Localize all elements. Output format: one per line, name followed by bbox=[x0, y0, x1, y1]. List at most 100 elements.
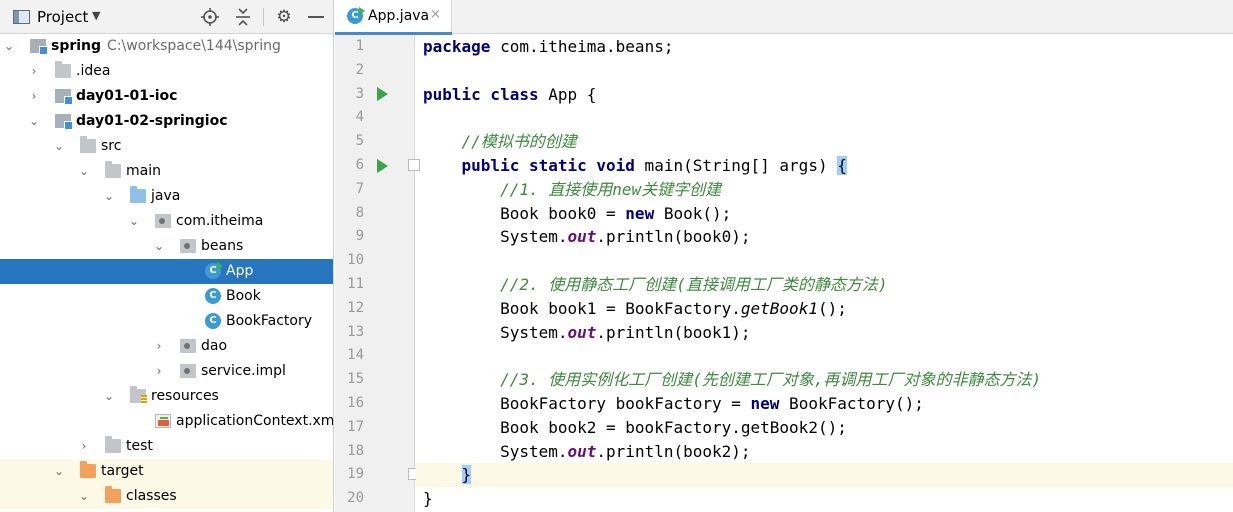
tree-row-resources[interactable]: ⌄ resources bbox=[0, 384, 333, 409]
code-line[interactable]: BookFactory bookFactory = new BookFactor… bbox=[416, 392, 1233, 416]
code-token: main(String[] args) bbox=[634, 156, 838, 175]
chevron-down-icon[interactable]: ⌄ bbox=[78, 165, 90, 177]
tree-row-spring[interactable]: ⌄ spring C:\workspace\144\spring bbox=[0, 34, 333, 59]
code-line[interactable]: //模拟书的创建 bbox=[416, 130, 1233, 154]
tree-label-src: src bbox=[101, 138, 122, 154]
code-line[interactable] bbox=[416, 344, 1233, 368]
tree-row-day01-01-ioc[interactable]: › day01-01-ioc bbox=[0, 84, 333, 109]
chevron-right-icon[interactable]: › bbox=[28, 65, 40, 77]
code-line[interactable]: Book book2 = bookFactory.getBook2(); bbox=[416, 416, 1233, 440]
code-line-text: //1. 直接使用new关键字创建 bbox=[423, 178, 721, 202]
class-icon: C bbox=[205, 288, 221, 304]
tree-row-applicationcontext-xml[interactable]: applicationContext.xml bbox=[0, 409, 334, 434]
code-line[interactable]: //3. 使用实例化工厂创建(先创建工厂对象,再调用工厂对象的非静态方法) bbox=[416, 368, 1233, 392]
project-panel-icon bbox=[13, 10, 30, 24]
code-token: public static void bbox=[461, 156, 635, 175]
gear-icon[interactable]: ⚙ bbox=[273, 6, 295, 28]
code-line[interactable]: System.out.println(book0); bbox=[416, 225, 1233, 249]
header-separator bbox=[263, 8, 264, 26]
locate-target-icon[interactable] bbox=[199, 6, 221, 28]
line-number: 14 bbox=[347, 347, 364, 364]
code-line[interactable]: } bbox=[416, 487, 1233, 511]
code-line[interactable] bbox=[416, 59, 1233, 83]
tree-row-dao[interactable]: › dao bbox=[0, 334, 333, 359]
code-token: public class bbox=[423, 84, 539, 104]
line-number: 4 bbox=[355, 109, 364, 126]
tree-row-app[interactable]: C App bbox=[0, 259, 333, 284]
run-gutter-icon[interactable] bbox=[377, 159, 388, 173]
chevron-down-icon[interactable]: ⌄ bbox=[3, 40, 15, 52]
code-line[interactable]: public class App { bbox=[416, 83, 1233, 107]
tree-row-idea[interactable]: › .idea bbox=[0, 59, 333, 84]
code-line-text: public class App { bbox=[423, 83, 596, 107]
tree-row-bookfactory[interactable]: C BookFactory bbox=[0, 309, 333, 334]
line-number: 15 bbox=[347, 371, 364, 388]
tree-label-spring: spring bbox=[51, 38, 102, 54]
hide-minimize-icon[interactable] bbox=[305, 6, 327, 28]
chevron-down-icon[interactable]: ⌄ bbox=[78, 490, 90, 502]
chevron-right-icon[interactable]: › bbox=[78, 440, 90, 452]
tree-row-com-itheima[interactable]: ⌄ com.itheima bbox=[0, 209, 333, 234]
code-token: (); bbox=[817, 298, 847, 318]
chevron-down-icon[interactable]: ⌄ bbox=[53, 140, 65, 152]
code-line[interactable]: System.out.println(book2); bbox=[416, 440, 1233, 464]
code-token: com.itheima.beans; bbox=[490, 37, 674, 56]
chevron-down-icon[interactable]: ⌄ bbox=[28, 115, 40, 127]
tree-row-src[interactable]: ⌄ src bbox=[0, 134, 333, 159]
chevron-down-icon[interactable]: ⌄ bbox=[103, 390, 115, 402]
tab-app-java[interactable]: C App.java × bbox=[335, 0, 452, 35]
tree-row-service-impl[interactable]: › service.impl bbox=[0, 359, 333, 384]
code-line[interactable]: public static void main(String[] args) { bbox=[416, 154, 1233, 178]
chevron-down-icon[interactable]: ⌄ bbox=[53, 465, 65, 477]
code-line[interactable]: package com.itheima.beans; bbox=[416, 35, 1233, 59]
chevron-down-icon[interactable]: ⌄ bbox=[128, 215, 140, 227]
tree-row-test[interactable]: › test bbox=[0, 434, 333, 459]
line-number: 12 bbox=[347, 299, 364, 316]
code-line-text: //模拟书的创建 bbox=[423, 130, 577, 154]
folder-icon bbox=[80, 136, 96, 153]
tree-row-main[interactable]: ⌄ main bbox=[0, 159, 333, 184]
chevron-right-icon[interactable]: › bbox=[153, 365, 165, 377]
tree-row-target[interactable]: ⌄ target bbox=[0, 459, 333, 484]
code-area[interactable]: package com.itheima.beans; public class A… bbox=[416, 35, 1233, 512]
code-line[interactable]: Book book1 = BookFactory.getBook1(); bbox=[416, 297, 1233, 321]
chevron-right-icon[interactable]: › bbox=[28, 90, 40, 102]
code-line[interactable] bbox=[416, 106, 1233, 130]
code-line-text: //3. 使用实例化工厂创建(先创建工厂对象,再调用工厂对象的非静态方法) bbox=[423, 368, 1041, 392]
package-icon bbox=[180, 339, 196, 353]
tree-row-day01-02-springioc[interactable]: ⌄ day01-02-springioc bbox=[0, 109, 333, 134]
tree-row-java[interactable]: ⌄ java bbox=[0, 184, 333, 209]
code-line-text: Book book1 = BookFactory.getBook1(); bbox=[423, 297, 847, 321]
code-token: out bbox=[567, 227, 597, 247]
code-line-text: //2. 使用静态工厂创建(直接调用工厂类的静态方法) bbox=[423, 273, 887, 297]
tree-label-dao: dao bbox=[201, 338, 228, 354]
run-gutter-icon[interactable] bbox=[377, 87, 388, 101]
tree-row-beans[interactable]: ⌄ beans bbox=[0, 234, 333, 259]
tree-label-applicationcontext-xml: applicationContext.xml bbox=[176, 413, 334, 429]
chevron-down-icon[interactable]: ⌄ bbox=[153, 240, 165, 252]
module-path: C:\workspace\144\spring bbox=[107, 38, 281, 54]
module-folder-icon bbox=[55, 114, 73, 130]
module-folder-icon bbox=[30, 39, 48, 55]
code-token: System. bbox=[423, 322, 568, 342]
close-icon[interactable]: × bbox=[430, 7, 441, 22]
code-token: out bbox=[567, 441, 597, 461]
code-line[interactable]: //1. 直接使用new关键字创建 bbox=[416, 178, 1233, 202]
tree-label-idea: .idea bbox=[76, 63, 111, 79]
package-icon bbox=[155, 214, 171, 228]
code-line[interactable]: System.out.println(book1); bbox=[416, 321, 1233, 345]
code-line[interactable]: //2. 使用静态工厂创建(直接调用工厂类的静态方法) bbox=[416, 273, 1233, 297]
code-line[interactable] bbox=[416, 249, 1233, 273]
project-panel-header: Project ▼ ⚙ bbox=[0, 0, 333, 34]
code-line-text: Book book0 = new Book(); bbox=[423, 202, 731, 226]
code-line[interactable]: Book book0 = new Book(); bbox=[416, 202, 1233, 226]
tree-row-classes[interactable]: ⌄ classes bbox=[0, 484, 333, 509]
tree-row-book[interactable]: C Book bbox=[0, 284, 333, 309]
code-line[interactable]: } bbox=[416, 463, 1233, 488]
chevron-right-icon[interactable]: › bbox=[153, 340, 165, 352]
dropdown-chevron-icon[interactable]: ▼ bbox=[92, 9, 100, 22]
project-panel-title[interactable]: Project bbox=[37, 8, 88, 26]
collapse-all-icon[interactable] bbox=[232, 6, 254, 28]
chevron-down-icon[interactable]: ⌄ bbox=[103, 190, 115, 202]
